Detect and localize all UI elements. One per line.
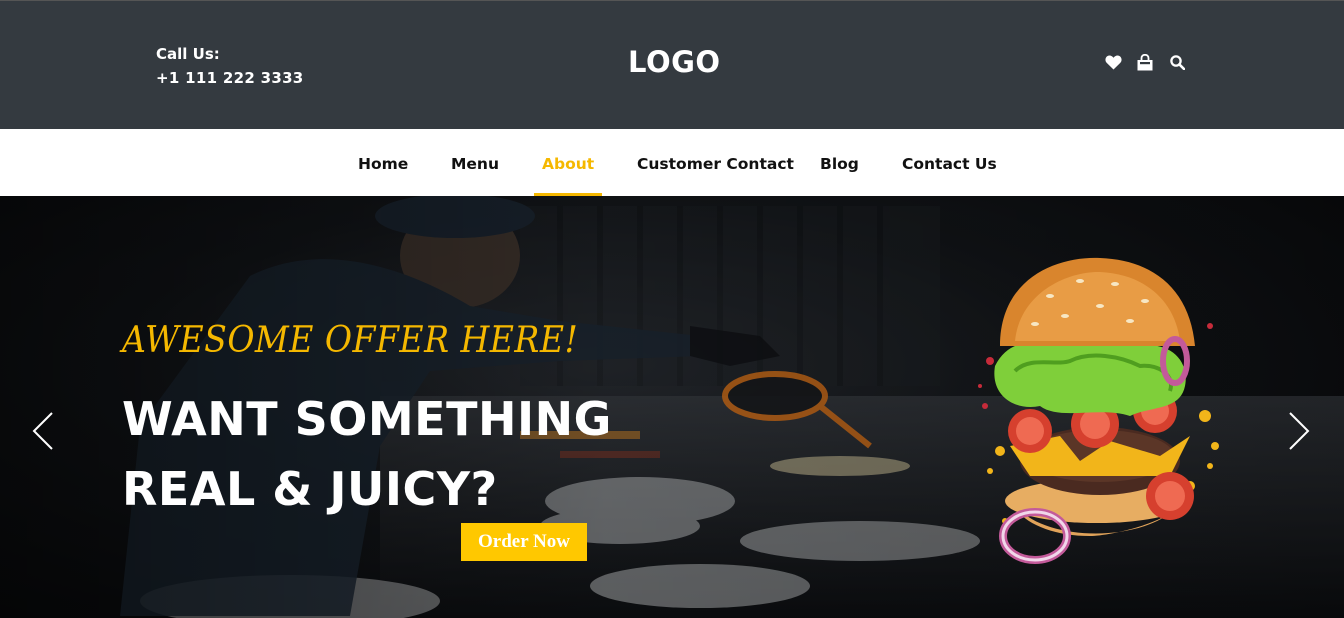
hero-headline: WANT SOMETHING REAL & JUICY? <box>122 384 612 524</box>
main-nav: Home Menu About Customer Contact Blog Co… <box>0 129 1344 196</box>
call-us-block: Call Us: +1 111 222 3333 <box>156 45 304 87</box>
site-logo[interactable]: LOGO <box>628 45 721 79</box>
search-icon[interactable] <box>1168 52 1186 72</box>
nav-menu[interactable]: Menu <box>451 129 499 196</box>
nav-contact-us[interactable]: Contact Us <box>902 129 997 196</box>
nav-blog[interactable]: Blog <box>820 129 859 196</box>
headline-line-2: REAL & JUICY? <box>122 462 498 516</box>
offer-tagline: AWESOME OFFER HERE! <box>122 320 579 361</box>
phone-number[interactable]: +1 111 222 3333 <box>156 69 304 87</box>
header-icons <box>1104 52 1186 72</box>
top-header: Call Us: +1 111 222 3333 LOGO <box>0 0 1344 129</box>
chevron-right-icon[interactable] <box>1288 411 1310 451</box>
nav-about[interactable]: About <box>533 129 603 196</box>
heart-icon[interactable] <box>1104 52 1122 72</box>
order-now-button[interactable]: Order Now <box>461 523 587 561</box>
nav-home[interactable]: Home <box>358 129 408 196</box>
hero-slider: AWESOME OFFER HERE! WANT SOMETHING REAL … <box>0 196 1344 618</box>
chevron-left-icon[interactable] <box>32 411 54 451</box>
call-us-label: Call Us: <box>156 45 220 63</box>
nav-customer-contact[interactable]: Customer Contact <box>637 129 794 196</box>
burger-image <box>978 257 1219 564</box>
headline-line-1: WANT SOMETHING <box>122 392 612 446</box>
shopping-bag-icon[interactable] <box>1136 52 1154 72</box>
